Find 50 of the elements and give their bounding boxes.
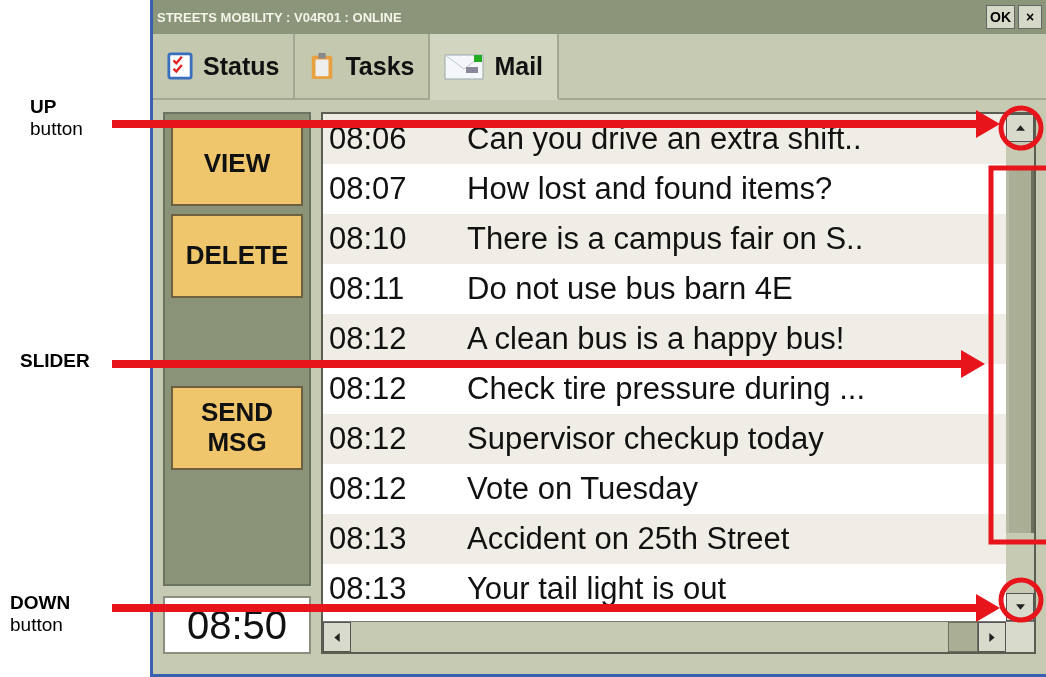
message-subject: Vote on Tuesday [467,471,699,507]
message-subject: A clean bus is a happy bus! [467,321,846,357]
message-subject: Do not use bus barn 4E [467,271,794,307]
message-subject: There is a campus fair on S.. [467,221,865,257]
message-subject: Can you drive an extra shift.. [467,121,863,157]
message-time: 08:11 [328,271,406,307]
callout-circle [998,577,1044,623]
message-time: 08:06 [328,121,408,157]
envelope-icon [444,51,485,81]
message-row[interactable]: 08:12 A clean bus is a happy bus! [323,314,1006,364]
message-subject: Supervisor checkup today [467,421,825,457]
action-button[interactable]: SEND MSG [171,386,303,470]
scroll-thumb[interactable] [948,622,978,652]
message-time: 08:12 [328,321,408,357]
tab[interactable]: Tasks [295,34,431,100]
checklist-icon [167,51,193,81]
action-button[interactable]: DELETE [171,214,303,298]
scroll-left-button[interactable] [323,622,351,652]
message-subject: Your tail light is out [467,571,728,607]
tab[interactable]: Mail [430,34,560,100]
message-row[interactable]: 08:10 There is a campus fair on S.. [323,214,1006,264]
right-triangle-icon [989,632,995,642]
message-time: 08:12 [328,421,408,457]
callout-label: DOWN [10,592,71,614]
scroll-up-button[interactable] [1006,114,1034,142]
left-triangle-icon [334,632,340,642]
message-row[interactable]: 08:13 Accident on 25th Street [323,514,1006,564]
message-time: 08:13 [328,521,408,557]
window-title: STREETS MOBILITY : V04R01 : ONLINE [157,9,402,25]
scroll-right-button[interactable] [978,622,1006,652]
ok-button[interactable]: OK [986,5,1015,29]
callout-label: SLIDER [20,350,90,372]
message-time: 08:13 [328,571,408,607]
up-triangle-icon [1015,125,1025,131]
close-button[interactable]: × [1018,5,1042,29]
message-time: 08:10 [328,221,408,257]
callout-caption: button [10,614,64,636]
scrollbar-corner [1006,622,1034,652]
message-subject: Accident on 25th Street [467,521,791,557]
message-time: 08:07 [328,171,408,207]
callout-caption: button [30,118,83,140]
message-subject: Check tire pressure during ... [467,371,866,407]
callout-circle [998,105,1044,151]
message-time: 08:12 [328,371,408,407]
message-row[interactable]: 08:12 Supervisor checkup today [323,414,1006,464]
message-subject: How lost and found items? [467,171,834,207]
message-time: 08:12 [328,471,408,507]
callout-label: UP [30,96,58,118]
down-triangle-icon [1015,604,1025,610]
tab[interactable]: Status [153,34,296,100]
